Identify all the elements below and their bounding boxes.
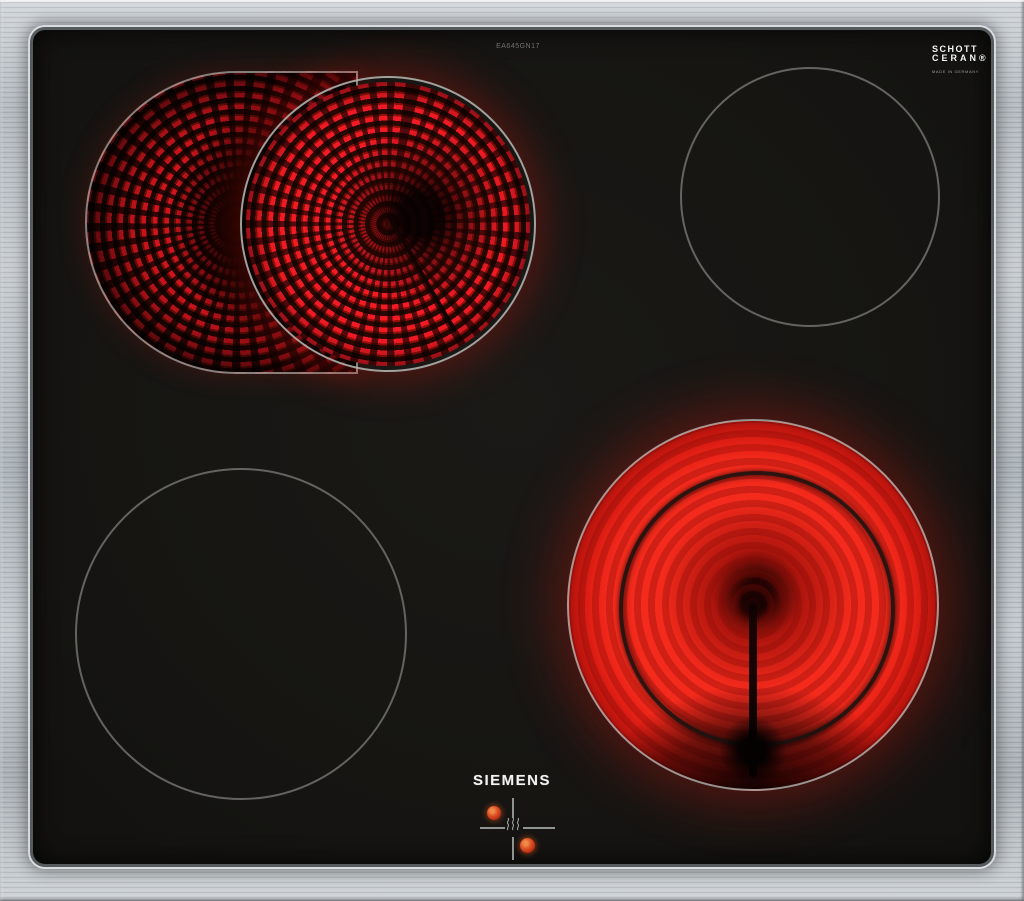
indicator-cross-line (480, 827, 505, 829)
zone-back-left-burner (240, 76, 536, 372)
residual-heat-icon (506, 817, 520, 831)
zone-back-right-outline (680, 67, 940, 327)
brand-logo: SIEMENS (472, 772, 551, 789)
badge-line3: MADE IN GERMANY (932, 68, 980, 74)
indicator-cross-line (512, 837, 514, 860)
hot-dot-front-right (520, 838, 535, 853)
zone-front-right-burner (567, 419, 939, 791)
badge-line2: CERAN® (932, 53, 989, 64)
indicator-cross-line (523, 827, 555, 829)
model-label: EA645GN17 (496, 43, 540, 50)
hot-dot-back-left (487, 806, 501, 820)
schott-ceran-badge: SCHOTT CERAN® MADE IN GERMANY (932, 44, 1008, 74)
glowing-coil-texture (246, 82, 530, 366)
heat-sensor-rod (719, 587, 787, 785)
zone-front-left-outline (75, 468, 407, 800)
glass-surface: EA645GN17 SCHOTT CERAN® MADE IN GERMANY … (33, 30, 991, 864)
indicator-cross-line (512, 798, 514, 818)
heat-sensor-rod (386, 214, 458, 334)
